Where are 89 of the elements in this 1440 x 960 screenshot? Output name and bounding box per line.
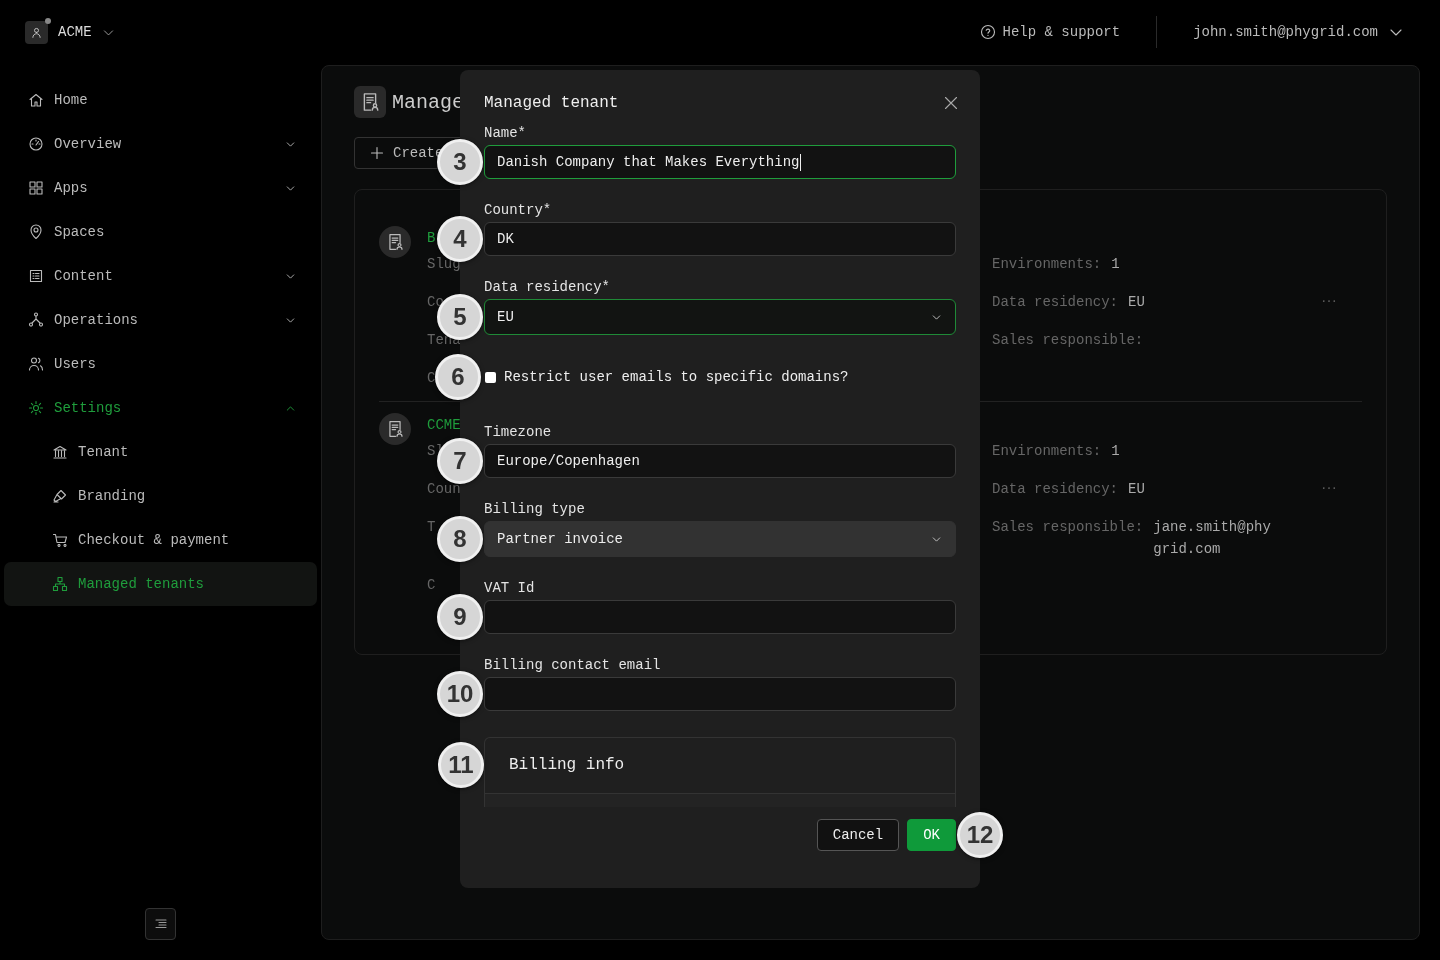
workspace-name[interactable]: ACME: [58, 24, 92, 40]
detail-value: EU: [1128, 293, 1146, 312]
detail-value: 1: [1111, 442, 1121, 461]
section-title: Billing info: [509, 755, 625, 776]
input-field[interactable]: DK: [484, 222, 956, 256]
sidebar-item[interactable]: Spaces: [4, 210, 317, 254]
cancel-button[interactable]: Cancel: [816, 819, 900, 851]
number-callout-tooltip: 9: [437, 594, 483, 640]
document-icon: [379, 413, 411, 445]
document-icon: [354, 86, 386, 118]
field-label: VAT Id: [484, 580, 536, 596]
house-icon: [28, 92, 44, 108]
field-value: DK: [497, 231, 514, 247]
input-field[interactable]: [484, 677, 956, 711]
input-field[interactable]: [484, 600, 956, 634]
sidebar-item[interactable]: Content: [4, 254, 317, 298]
detail-label: Data residency:: [992, 480, 1119, 499]
users-icon: [28, 356, 44, 372]
nodes-icon: [28, 312, 44, 328]
grid-icon: [28, 180, 44, 196]
cart-icon: [52, 532, 68, 548]
dialog-title: Managed tenant: [484, 93, 619, 114]
document-icon: [379, 226, 411, 258]
number-callout-tooltip: 8: [437, 516, 483, 562]
sidebar-item[interactable]: Users: [4, 342, 317, 386]
map-pin-icon: [28, 224, 44, 240]
status-dot: [45, 17, 51, 24]
number-callout: 12: [957, 812, 1003, 858]
more-icon[interactable]: [1322, 299, 1336, 303]
ok-button[interactable]: OK: [907, 819, 956, 851]
number-callout: 11: [438, 742, 484, 788]
detail-label: Sales responsible:: [992, 331, 1144, 350]
detail-value: EU: [1128, 480, 1146, 499]
input-field[interactable]: Danish Company that Makes Everything: [484, 145, 956, 179]
page-title: Manage: [392, 90, 464, 114]
detail-value: 1: [1111, 255, 1121, 274]
help-link[interactable]: Help & support: [979, 24, 1121, 40]
tenant-field-label: Co: [427, 293, 444, 312]
sidebar-item[interactable]: Overview: [4, 122, 317, 166]
tenant-field-label: C: [427, 369, 436, 388]
checkbox[interactable]: [485, 371, 496, 383]
collapse-sidebar-button[interactable]: [145, 908, 176, 940]
sidebar-item[interactable]: Branding: [4, 474, 317, 518]
sidebar-item[interactable]: Operations: [4, 298, 317, 342]
workspace-avatar[interactable]: [25, 20, 48, 44]
gauge-icon: [28, 136, 44, 152]
detail-label: Environments:: [992, 442, 1102, 461]
field-label: Data residency*: [484, 279, 612, 295]
account-menu[interactable]: john.smith@phygrid.com: [1193, 24, 1404, 40]
tenant-name[interactable]: CCME: [427, 412, 461, 438]
plus-icon: [369, 145, 385, 161]
sidebar-item[interactable]: Apps: [4, 166, 317, 210]
text-cursor: [800, 153, 802, 171]
select-field[interactable]: EU: [484, 299, 956, 335]
sidebar-item[interactable]: Home: [4, 78, 317, 122]
sidebar-item[interactable]: Checkout & payment: [4, 518, 317, 562]
sidebar-item[interactable]: Tenant: [4, 430, 317, 474]
detail-label: Sales responsible:: [992, 518, 1144, 537]
tenant-field-label: C: [427, 576, 436, 595]
field-value: Danish Company that Makes Everything: [497, 154, 800, 170]
field-label: Billing type: [484, 501, 586, 517]
tenant-name[interactable]: B: [427, 225, 436, 251]
field-value: EU: [497, 309, 514, 325]
field-value: Europe/Copenhagen: [497, 453, 640, 469]
field-label: Country*: [484, 202, 553, 218]
help-icon: [979, 24, 996, 40]
sidebar-item[interactable]: Settings: [4, 386, 317, 430]
tenant-field-label: T: [427, 518, 436, 537]
user-icon: [30, 25, 43, 39]
field-label: Timezone: [484, 424, 553, 440]
number-callout-tooltip: 10: [437, 671, 483, 717]
detail-label: Environments:: [992, 255, 1102, 274]
detail-value: jane.smith@phygrid.com: [1153, 518, 1271, 559]
sidebar-item[interactable]: Managed tenants: [4, 562, 317, 606]
hierarchy-icon: [52, 576, 68, 592]
more-icon[interactable]: [1322, 486, 1336, 490]
detail-label: Data residency:: [992, 293, 1119, 312]
input-field[interactable]: Europe/Copenhagen: [484, 444, 956, 478]
select-field[interactable]: Partner invoice: [484, 521, 956, 557]
bank-icon: [52, 444, 68, 460]
list-icon: [28, 268, 44, 284]
checkbox-label[interactable]: Restrict user emails to specific domains?: [504, 369, 849, 385]
field-label: Billing contact email: [484, 657, 662, 673]
gear-icon: [28, 400, 44, 416]
tenant-field-label: Coun: [427, 480, 461, 499]
close-icon[interactable]: [943, 95, 959, 111]
number-callout: 6: [435, 354, 481, 400]
field-value: Partner invoice: [497, 531, 624, 547]
brush-icon: [52, 488, 68, 504]
